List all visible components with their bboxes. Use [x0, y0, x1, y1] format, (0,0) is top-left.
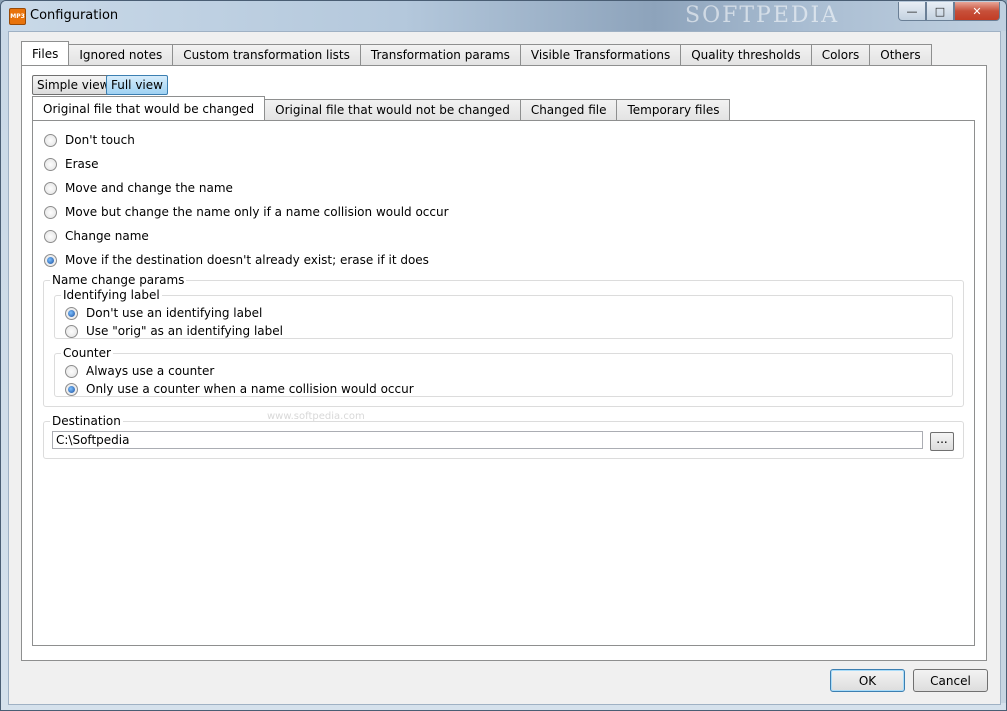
group-title: Counter	[61, 346, 113, 360]
caption-buttons: — □ ✕	[898, 2, 1000, 21]
tab-visible-transformations[interactable]: Visible Transformations	[519, 44, 682, 65]
action-option[interactable]: Don't touch	[44, 132, 135, 148]
window-title: Configuration	[30, 8, 119, 23]
destination-path-input[interactable]: C:\Softpedia	[52, 431, 923, 449]
radio-button-checked[interactable]	[65, 306, 78, 320]
tab-original-not-changed[interactable]: Original file that would not be changed	[264, 99, 521, 120]
tab-ignored-notes[interactable]: Ignored notes	[68, 44, 174, 65]
counter-group: Counter Always use a counter Only use a …	[54, 346, 953, 397]
identifying-label-option[interactable]: Don't use an identifying label	[65, 305, 262, 321]
name-change-params-group: Name change params Identifying label Don…	[43, 273, 964, 422]
tab-others[interactable]: Others	[869, 44, 932, 65]
option-label: Move if the destination doesn't already …	[65, 253, 429, 267]
identifying-label-group: Identifying label Don't use an identifyi…	[54, 288, 953, 339]
tab-files[interactable]: Files	[21, 41, 70, 65]
group-title: Destination	[50, 414, 123, 428]
browse-button[interactable]: ...	[930, 432, 954, 451]
option-label: Always use a counter	[86, 364, 215, 378]
full-view-button[interactable]: Full view	[106, 75, 168, 95]
action-option[interactable]: Move and change the name	[44, 180, 233, 196]
original-changed-panel: Don't touch Erase Move and change the na…	[32, 120, 975, 646]
tab-original-changed[interactable]: Original file that would be changed	[32, 96, 266, 120]
radio-button[interactable]	[44, 205, 57, 219]
simple-view-button[interactable]: Simple view	[32, 75, 115, 95]
tab-custom-transformation-lists[interactable]: Custom transformation lists	[172, 44, 361, 65]
group-title: Identifying label	[61, 288, 162, 302]
main-tab-strip: Files Ignored notes Custom transformatio…	[21, 41, 932, 65]
tab-changed-file[interactable]: Changed file	[519, 99, 618, 120]
option-label: Change name	[65, 229, 149, 243]
tab-colors[interactable]: Colors	[810, 44, 871, 65]
tab-transformation-params[interactable]: Transformation params	[359, 44, 521, 65]
minimize-icon: —	[906, 4, 918, 18]
watermark-logo: SOFTPEDIA	[685, 3, 840, 28]
option-label: Erase	[65, 157, 99, 171]
option-label: Move but change the name only if a name …	[65, 205, 449, 219]
tab-quality-thresholds[interactable]: Quality thresholds	[680, 44, 812, 65]
sub-tab-strip: Original file that would be changed Orig…	[32, 96, 731, 120]
option-label: Don't use an identifying label	[86, 306, 263, 320]
radio-button[interactable]	[44, 133, 57, 147]
dialog-client-area: Files Ignored notes Custom transformatio…	[8, 31, 1001, 705]
radio-button[interactable]	[65, 324, 78, 338]
maximize-button[interactable]: □	[926, 2, 954, 21]
option-label: Use "orig" as an identifying label	[86, 324, 283, 338]
maximize-icon: □	[934, 4, 946, 18]
configuration-window: MP3 Configuration SOFTPEDIA — □ ✕ Files …	[0, 0, 1007, 711]
close-icon: ✕	[972, 4, 982, 18]
counter-option[interactable]: Always use a counter	[65, 363, 214, 379]
destination-group: Destination C:\Softpedia ...	[43, 414, 964, 459]
option-label: Only use a counter when a name collision…	[86, 382, 414, 396]
minimize-button[interactable]: —	[898, 2, 926, 21]
files-tab-panel: Simple view Full view Original file that…	[21, 65, 987, 661]
action-option[interactable]: Change name	[44, 228, 149, 244]
radio-button[interactable]	[44, 157, 57, 171]
close-button[interactable]: ✕	[954, 2, 1000, 21]
cancel-button[interactable]: Cancel	[913, 669, 988, 692]
option-label: Move and change the name	[65, 181, 233, 195]
radio-button[interactable]	[65, 364, 78, 378]
radio-button-checked[interactable]	[44, 253, 57, 267]
tab-temporary-files[interactable]: Temporary files	[616, 99, 731, 120]
radio-button-checked[interactable]	[65, 382, 78, 396]
ok-button[interactable]: OK	[830, 669, 905, 692]
app-icon: MP3	[9, 8, 26, 25]
radio-button[interactable]	[44, 181, 57, 195]
group-title: Name change params	[50, 273, 187, 287]
counter-option[interactable]: Only use a counter when a name collision…	[65, 381, 414, 397]
radio-button[interactable]	[44, 229, 57, 243]
action-option[interactable]: Erase	[44, 156, 99, 172]
action-option[interactable]: Move if the destination doesn't already …	[44, 252, 429, 268]
identifying-label-option[interactable]: Use "orig" as an identifying label	[65, 323, 283, 339]
option-label: Don't touch	[65, 133, 135, 147]
title-bar[interactable]: MP3 Configuration SOFTPEDIA — □ ✕	[1, 1, 1006, 31]
action-option[interactable]: Move but change the name only if a name …	[44, 204, 449, 220]
